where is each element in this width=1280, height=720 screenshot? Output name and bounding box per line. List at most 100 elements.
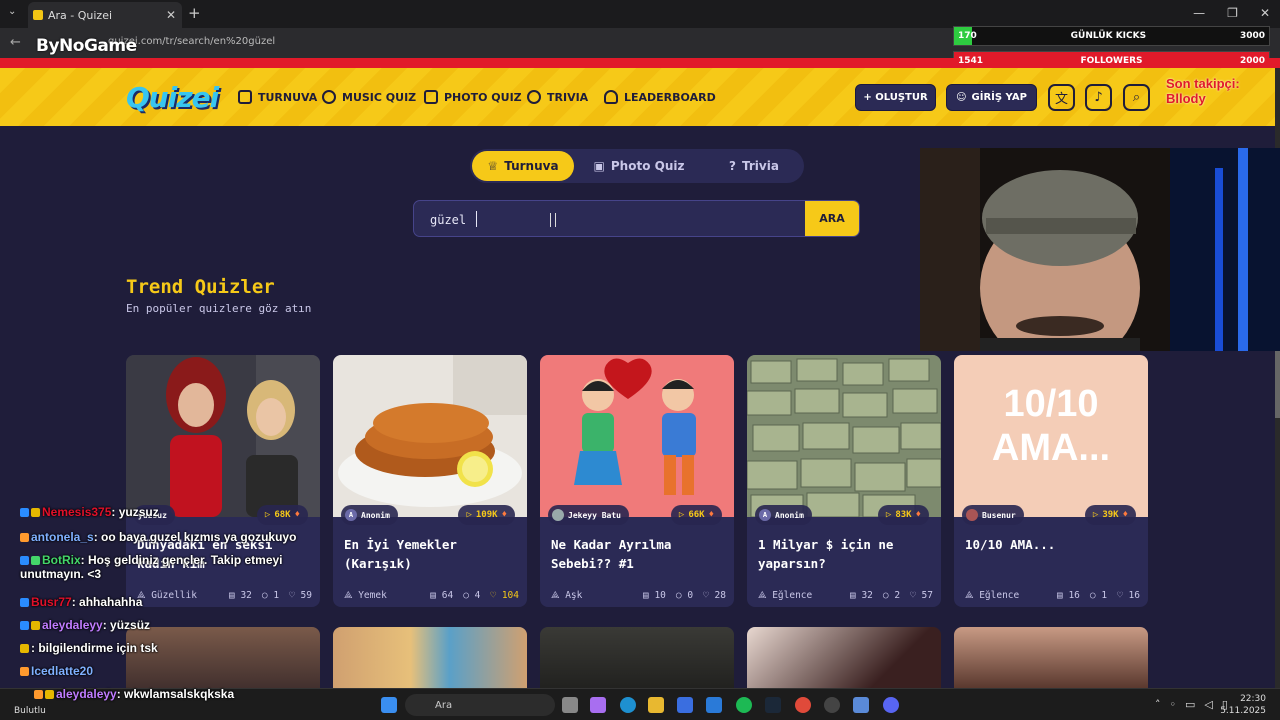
minimize-icon[interactable]: —	[1193, 6, 1205, 20]
card-author[interactable]: Busenur	[962, 505, 1024, 525]
weather-widget[interactable]: Bulutlu	[14, 706, 46, 716]
search-icon[interactable]: ⌕	[1123, 84, 1150, 111]
quiz-card[interactable]: A Anonim ▷ 109K ♦ En İyi Yemekler (Karış…	[333, 355, 527, 607]
close-window-icon[interactable]: ✕	[1260, 6, 1270, 20]
spotify-icon[interactable]	[736, 697, 752, 713]
chat-user[interactable]: Nemesis375	[42, 505, 111, 519]
chat-message: aleydaleyy: wkwlamsalskqkska	[34, 687, 234, 701]
quiz-card[interactable]: Jekeyy Batu ▷ 66K ♦ Ne Kadar Ayrılma Seb…	[540, 355, 734, 607]
maximize-icon[interactable]: ❐	[1227, 6, 1238, 20]
search-button[interactable]: ARA	[805, 201, 859, 236]
nav-photo-quiz[interactable]: PHOTO QUIZ	[424, 90, 522, 104]
new-tab-button[interactable]: +	[188, 4, 201, 22]
kicks-goal-bar: 170 GÜNLÜK KICKS 3000	[953, 26, 1270, 46]
volume-icon[interactable]: ◁	[1204, 698, 1212, 711]
start-icon[interactable]	[381, 697, 397, 713]
author-name: Anonim	[775, 510, 804, 520]
tab-photo-quiz[interactable]: ▣ Photo Quiz	[584, 151, 694, 181]
card-title[interactable]: Ne Kadar Ayrılma Sebebi?? #1	[551, 535, 726, 573]
likes-value: 104	[501, 590, 519, 601]
images-count: ▤ 16	[1057, 590, 1080, 601]
card-plays: ▷ 109K ♦	[458, 505, 515, 525]
login-button[interactable]: ☺ GİRİŞ YAP	[946, 84, 1037, 111]
quiz-card[interactable]: A Anonim ▷ 83K ♦ 1 Milyar $ için ne yapa…	[747, 355, 941, 607]
quiz-card[interactable]: yuzsuz ▷ 68K ♦ Dünyadaki en seksi kadın …	[126, 355, 320, 607]
card-author[interactable]: A Anonim	[341, 505, 398, 525]
back-icon[interactable]: ←	[10, 35, 21, 50]
mouse-text-cursor	[550, 213, 556, 227]
chevron-up-icon[interactable]: ˄	[1155, 698, 1161, 711]
task-view-icon[interactable]	[562, 697, 578, 713]
plays-count: 109K	[475, 510, 498, 520]
quizei-logo[interactable]: Quizei	[126, 81, 219, 114]
badge-icon	[31, 556, 40, 565]
nav-music-quiz[interactable]: MUSIC QUIZ	[322, 90, 416, 104]
plays-count: 39K	[1102, 510, 1119, 520]
chrome-icon[interactable]	[795, 697, 811, 713]
steam-icon[interactable]	[765, 697, 781, 713]
chat-user[interactable]: BotRix	[42, 553, 81, 567]
nav-leaderboard[interactable]: LEADERBOARD	[604, 90, 716, 104]
streamer-webcam	[920, 148, 1280, 351]
store-icon[interactable]	[677, 697, 693, 713]
chat-text: : ahhahahha	[71, 595, 143, 609]
plays-count: 66K	[688, 510, 705, 520]
taskbar-search[interactable]: Ara	[405, 694, 555, 716]
chat-user[interactable]: Icedlatte20	[31, 664, 93, 678]
browser-tab[interactable]: Ara - Quizei ✕	[28, 2, 182, 28]
card-title[interactable]: 10/10 AMA...	[965, 535, 1140, 554]
quiz-card[interactable]: 10/10 AMA... Busenur ▷ 39K ♦ 10/10 AMA..…	[954, 355, 1148, 607]
quiz-card-partial[interactable]	[954, 627, 1148, 697]
tab-trivia[interactable]: ? Trivia	[710, 151, 798, 181]
nav-label: LEADERBOARD	[624, 90, 716, 104]
mic-icon[interactable]: ◦	[1170, 698, 1177, 711]
chat-user[interactable]: antonela_s	[31, 530, 94, 544]
network-icon[interactable]: ▭	[1185, 698, 1195, 711]
images-count: ▤ 10	[643, 590, 666, 601]
clock[interactable]: 22:30 5.11.2025	[1220, 693, 1266, 717]
quiz-card-partial[interactable]	[333, 627, 527, 697]
chat-user[interactable]: Busr77	[31, 595, 72, 609]
card-category: ⟁ Güzellik	[137, 590, 197, 601]
comments-value: 4	[474, 590, 481, 601]
nav-trivia[interactable]: TRIVIA	[527, 90, 588, 104]
card-title[interactable]: 1 Milyar $ için ne yaparsın?	[758, 535, 933, 573]
search-input[interactable]	[430, 211, 800, 229]
chat-user[interactable]: aleydaleyy	[56, 687, 117, 701]
obs-icon[interactable]	[824, 697, 840, 713]
chat-text: : Hoş geldiniz gençler. Takip etmeyi	[80, 553, 283, 567]
chat-user[interactable]: aleydaleyy	[42, 618, 103, 632]
chat-text: unutmayın. <3	[20, 567, 102, 581]
bell-icon[interactable]: ♪	[1085, 84, 1112, 111]
camera-icon: ▣	[593, 159, 605, 173]
create-button[interactable]: + OLUŞTUR	[855, 84, 936, 111]
folder-icon[interactable]	[648, 697, 664, 713]
discord-icon[interactable]	[883, 697, 899, 713]
card-meta: ⟁ Eğlence ▤ 32 ○ 2 ♡ 57	[758, 590, 933, 601]
nav-turnuva[interactable]: TURNUVA	[238, 90, 317, 104]
app-icon[interactable]	[853, 697, 869, 713]
images-value: 32	[861, 590, 873, 601]
tab-turnuva[interactable]: ♕ Turnuva	[472, 151, 574, 181]
chat-text: : yüzsüz	[102, 618, 151, 632]
quiz-card-partial[interactable]	[747, 627, 941, 697]
question-icon	[527, 90, 541, 104]
card-author[interactable]: Jekeyy Batu	[548, 505, 629, 525]
badge-icon	[20, 508, 29, 517]
edge-icon[interactable]	[620, 697, 636, 713]
tab-menu-chevron-icon[interactable]: ⌄	[8, 6, 16, 17]
site-header: Quizei TURNUVA MUSIC QUIZ PHOTO QUIZ TRI…	[0, 68, 1275, 126]
card-title[interactable]: En İyi Yemekler (Karışık)	[344, 535, 519, 573]
fire-icon: ♦	[1122, 510, 1128, 520]
fire-icon: ♦	[915, 510, 921, 520]
card-author[interactable]: A Anonim	[755, 505, 812, 525]
quiz-card-image: 10/10 AMA...	[954, 355, 1148, 517]
language-icon[interactable]: 文	[1048, 84, 1075, 111]
quiz-card-partial[interactable]	[540, 627, 734, 697]
badge-icon	[20, 533, 29, 542]
tab-close-icon[interactable]: ✕	[166, 8, 176, 22]
copilot-icon[interactable]	[590, 697, 606, 713]
badge-icon	[20, 667, 29, 676]
outlook-icon[interactable]	[706, 697, 722, 713]
nav-label: TRIVIA	[547, 90, 589, 104]
